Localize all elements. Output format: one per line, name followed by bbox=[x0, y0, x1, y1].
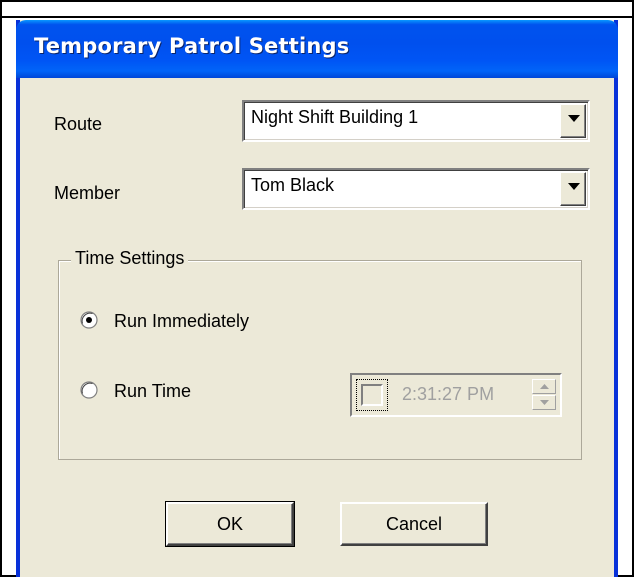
time-settings-legend: Time Settings bbox=[71, 248, 189, 269]
page-frame-divider bbox=[0, 16, 634, 18]
route-value: Night Shift Building 1 bbox=[251, 107, 419, 127]
radio-run-immediately[interactable] bbox=[80, 311, 98, 329]
checkbox-box-icon bbox=[361, 384, 383, 406]
run-time-label[interactable]: Run Time bbox=[114, 381, 191, 402]
route-dropdown[interactable]: Night Shift Building 1 bbox=[242, 100, 590, 142]
time-spinner[interactable] bbox=[532, 379, 556, 411]
chevron-down-icon bbox=[568, 183, 580, 190]
run-time-picker[interactable]: 2:31:27 PM bbox=[350, 373, 562, 417]
route-dropdown-button[interactable] bbox=[560, 104, 586, 138]
dialog-title: Temporary Patrol Settings bbox=[34, 34, 350, 58]
member-dropdown[interactable]: Tom Black bbox=[242, 168, 590, 210]
member-label: Member bbox=[54, 183, 121, 203]
member-dropdown-button[interactable] bbox=[560, 172, 586, 206]
run-immediately-label[interactable]: Run Immediately bbox=[114, 311, 249, 332]
spin-down-button[interactable] bbox=[532, 395, 556, 410]
radio-run-time[interactable] bbox=[80, 381, 98, 399]
chevron-down-icon bbox=[568, 115, 580, 122]
ok-button[interactable]: OK bbox=[165, 501, 295, 547]
chevron-up-icon bbox=[540, 384, 549, 389]
radio-dot-icon bbox=[86, 317, 92, 323]
spin-up-button[interactable] bbox=[532, 379, 556, 394]
chevron-down-icon bbox=[540, 400, 549, 405]
route-label: Route bbox=[54, 114, 103, 134]
time-value: 2:31:27 PM bbox=[402, 384, 495, 404]
ok-button-label: OK bbox=[216, 514, 243, 534]
cancel-button-label: Cancel bbox=[385, 514, 443, 534]
time-settings-group: Time Settings bbox=[58, 248, 582, 460]
member-value: Tom Black bbox=[251, 175, 335, 195]
time-enable-checkbox[interactable] bbox=[356, 379, 388, 411]
patrol-settings-dialog: Temporary Patrol Settings Route Night Sh… bbox=[16, 20, 618, 577]
title-bar[interactable]: Temporary Patrol Settings bbox=[16, 20, 618, 78]
cancel-button[interactable]: Cancel bbox=[340, 502, 488, 546]
